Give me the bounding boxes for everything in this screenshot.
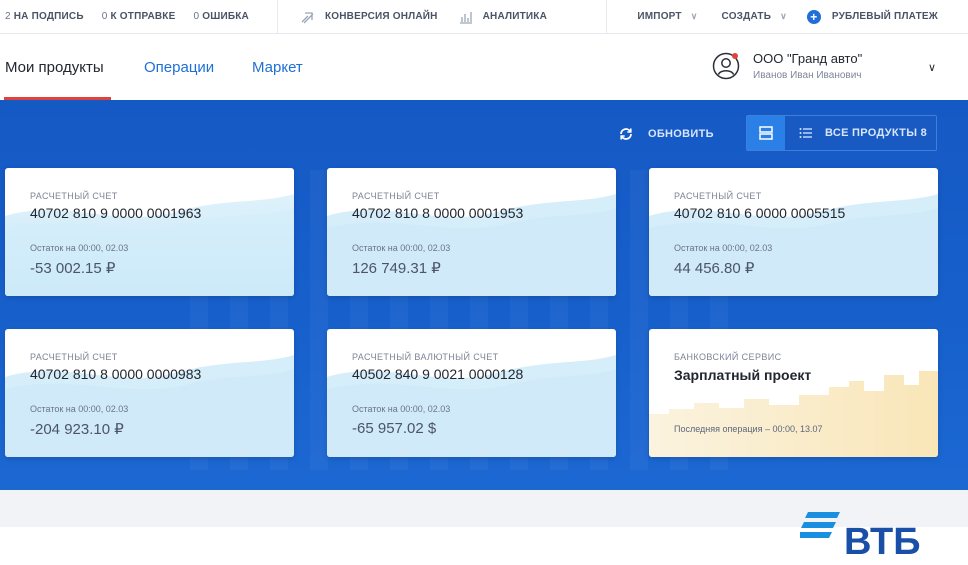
to-sign-counter[interactable]: 2 НА ПОДПИСЬ xyxy=(5,11,84,22)
status-toolbar: 2 НА ПОДПИСЬ 0 К ОТПРАВКЕ 0 ОШИБКА КОНВЕ… xyxy=(0,0,968,34)
refresh-icon xyxy=(620,128,632,140)
conversion-online-link[interactable]: КОНВЕРСИЯ ОНЛАЙН xyxy=(300,9,438,25)
logo-text: ВТБ xyxy=(844,521,921,558)
organization-switcher[interactable]: ООО "Гранд авто" Иванов Иван Иванович xyxy=(712,51,862,81)
last-operation: Последняя операция – 00:00, 13.07 xyxy=(674,424,823,434)
account-type: РАСЧЕТНЫЙ СЧЕТ xyxy=(352,191,440,201)
account-card[interactable]: РАСЧЕТНЫЙ СЧЕТ 40702 810 9 0000 0001963 … xyxy=(5,168,294,296)
to-send-label: К ОТПРАВКЕ xyxy=(110,11,176,22)
create-label: СОЗДАТЬ xyxy=(721,11,772,22)
conversion-label: КОНВЕРСИЯ ОНЛАЙН xyxy=(324,11,438,22)
card-background xyxy=(327,355,616,457)
account-balance: -204 923.10 ₽ xyxy=(30,421,124,438)
service-title: Зарплатный проект xyxy=(674,367,812,383)
account-number: 40502 840 9 0021 0000128 xyxy=(352,366,524,382)
tab-market[interactable]: Маркет xyxy=(252,59,303,76)
to-send-counter[interactable]: 0 К ОТПРАВКЕ xyxy=(102,11,176,22)
to-sign-label: НА ПОДПИСЬ xyxy=(13,11,84,22)
account-number: 40702 810 8 0000 0001953 xyxy=(352,205,524,221)
account-balance: -65 957.02 $ xyxy=(352,420,437,437)
account-number: 40702 810 9 0000 0001963 xyxy=(30,205,202,221)
user-avatar-icon xyxy=(712,52,740,80)
grid-view-icon xyxy=(759,126,773,140)
account-number: 40702 810 6 0000 0005515 xyxy=(674,205,846,221)
analytics-link[interactable]: АНАЛИТИКА xyxy=(458,9,547,25)
account-type: РАСЧЕТНЫЙ СЧЕТ xyxy=(30,191,118,201)
errors-label: ОШИБКА xyxy=(202,11,249,22)
account-number: 40702 810 8 0000 0000983 xyxy=(30,366,202,382)
products-area: ОБНОВИТЬ ВСЕ ПРОДУКТЫ 8 РАСЧЕТНЫЙ СЧЕТ 4… xyxy=(0,100,968,490)
refresh-button[interactable]: ОБНОВИТЬ xyxy=(618,126,714,142)
balance-label: Остаток на 00:00, 02.03 xyxy=(30,243,129,253)
account-type: РАСЧЕТНЫЙ СЧЕТ xyxy=(674,191,762,201)
divider xyxy=(606,0,608,34)
main-navigation: Мои продукты Операции Маркет ООО "Гранд … xyxy=(0,35,968,100)
account-type: РАСЧЕТНЫЙ ВАЛЮТНЫЙ СЧЕТ xyxy=(352,352,499,362)
divider xyxy=(276,0,278,34)
chevron-down-icon: ∨ xyxy=(780,11,787,21)
notification-dot xyxy=(732,53,738,59)
errors-counter[interactable]: 0 ОШИБКА xyxy=(193,11,249,22)
ruble-payment-label: РУБЛЕВЫЙ ПЛАТЕЖ xyxy=(831,11,938,22)
balance-label: Остаток на 00:00, 02.03 xyxy=(352,404,451,414)
account-card[interactable]: РАСЧЕТНЫЙ СЧЕТ 40702 810 8 0000 0000983 … xyxy=(5,329,294,457)
balance-label: Остаток на 00:00, 02.03 xyxy=(352,243,451,253)
chevron-down-icon[interactable]: ∨ xyxy=(928,61,936,74)
service-type: БАНКОВСКИЙ СЕРВИС xyxy=(674,352,782,362)
refresh-label: ОБНОВИТЬ xyxy=(648,128,714,140)
tab-operations[interactable]: Операции xyxy=(144,59,214,76)
conversion-icon xyxy=(300,9,316,25)
errors-count: 0 xyxy=(193,11,200,22)
chevron-down-icon: ∨ xyxy=(690,11,698,21)
account-type: РАСЧЕТНЫЙ СЧЕТ xyxy=(30,352,118,362)
account-balance: -53 002.15 ₽ xyxy=(30,260,116,277)
account-balance: 126 749.31 ₽ xyxy=(352,260,441,277)
list-icon xyxy=(799,128,812,138)
import-dropdown[interactable]: ИМПОРТ ∨ xyxy=(637,11,697,22)
balance-label: Остаток на 00:00, 02.03 xyxy=(674,243,773,253)
all-products-label: ВСЕ ПРОДУКТЫ 8 xyxy=(825,127,928,139)
salary-project-card[interactable]: БАНКОВСКИЙ СЕРВИС Зарплатный проект Посл… xyxy=(649,329,938,457)
analytics-label: АНАЛИТИКА xyxy=(482,11,548,22)
account-card[interactable]: РАСЧЕТНЫЙ СЧЕТ 40702 810 8 0000 0001953 … xyxy=(327,168,616,296)
account-balance: 44 456.80 ₽ xyxy=(674,260,755,277)
view-toggle: ВСЕ ПРОДУКТЫ 8 xyxy=(746,115,937,151)
tab-my-products[interactable]: Мои продукты xyxy=(5,59,104,76)
organization-name: ООО "Гранд авто" xyxy=(753,51,863,66)
to-sign-count: 2 xyxy=(5,11,11,22)
grid-view-button[interactable] xyxy=(747,116,785,150)
user-name: Иванов Иван Иванович xyxy=(753,70,862,81)
account-card[interactable]: РАСЧЕТНЫЙ СЧЕТ 40702 810 6 0000 0005515 … xyxy=(649,168,938,296)
account-card[interactable]: РАСЧЕТНЫЙ ВАЛЮТНЫЙ СЧЕТ 40502 840 9 0021… xyxy=(327,329,616,457)
create-dropdown[interactable]: СОЗДАТЬ ∨ xyxy=(722,11,787,22)
plus-icon: + xyxy=(806,9,821,24)
ruble-payment-button[interactable]: + РУБЛЕВЫЙ ПЛАТЕЖ xyxy=(806,9,938,24)
vtb-logo: ВТБ xyxy=(800,512,921,558)
to-send-count: 0 xyxy=(101,11,108,22)
bar-chart-icon xyxy=(458,9,474,25)
import-label: ИМПОРТ xyxy=(637,11,682,22)
all-products-button[interactable]: ВСЕ ПРОДУКТЫ 8 xyxy=(799,127,927,139)
balance-label: Остаток на 00:00, 02.03 xyxy=(30,404,129,414)
city-skyline-background xyxy=(649,371,938,457)
